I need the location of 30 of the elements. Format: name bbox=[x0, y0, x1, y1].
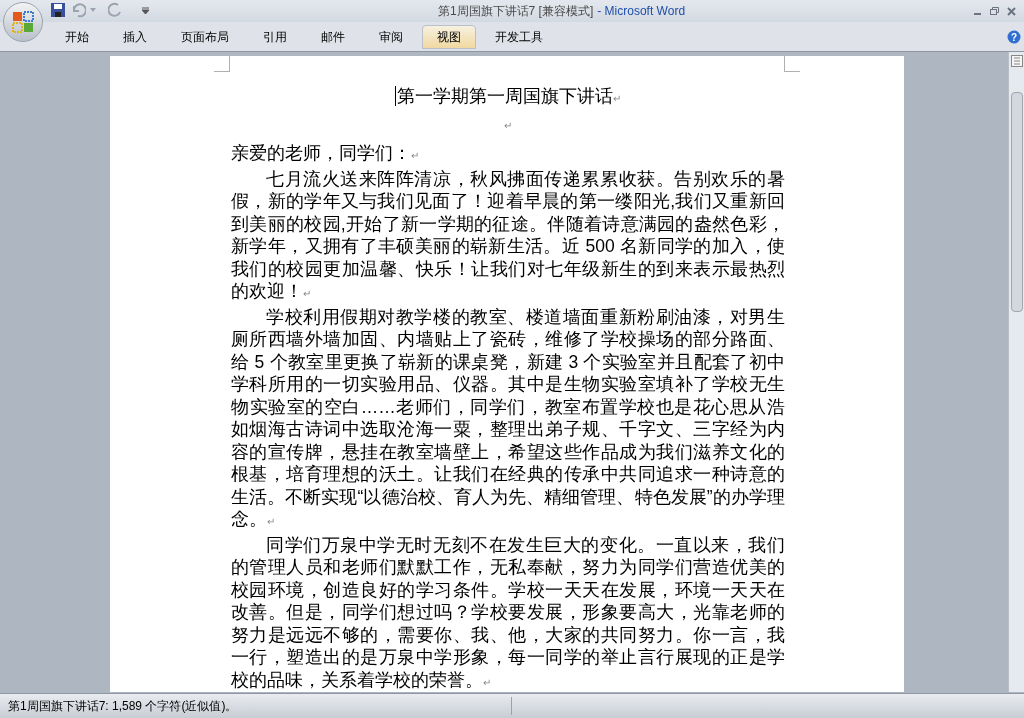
paragraph: 学校利用假期对教学楼的教室、楼道墙面重新粉刷油漆，对男生厕所西墙外墙加固、内墙贴上了瓷砖，维修了学校操场的部分路面、给 5 个教室里更换了崭新的课桌凳，新建 3 个实验室并且配套了初中学科所用的一切实验用品、仪器。其中是生物实验室填补了学校无生物实验室的空白……老师们，同学们，教室布置学校也是花心思从浩如烟海古诗词中选取沧海一粟，整理出弟子规、千字文、三字经为内容的宣传牌，悬挂在教室墙壁上，希望这些作品成为我们滋养文化的根基，培育理想的沃土。让我们在经典的传承中共同追求一种诗意的生活。不断实现“以德治校、育人为先、精细管理、特色发展”的办学理念。↵ bbox=[231, 305, 785, 531]
ribbon-tab[interactable]: 插入 bbox=[108, 24, 162, 49]
help-icon[interactable]: ? bbox=[1007, 30, 1021, 44]
dropdown-arrow-icon[interactable] bbox=[90, 8, 96, 12]
close-icon[interactable] bbox=[1007, 6, 1016, 16]
ruler-icon[interactable] bbox=[1011, 55, 1023, 67]
ribbon-tab[interactable]: 引用 bbox=[248, 24, 302, 49]
crop-mark bbox=[214, 56, 230, 72]
save-icon[interactable] bbox=[50, 2, 66, 18]
salutation: 亲爱的老师，同学们：↵ bbox=[231, 142, 420, 165]
scroll-thumb[interactable] bbox=[1011, 92, 1023, 312]
restore-icon[interactable] bbox=[990, 6, 999, 16]
paragraph: 七月流火送来阵阵清凉，秋风拂面传递累累收获。告别欢乐的暑假，新的学年又与我们见面了！迎着早晨的第一缕阳光,我们又重新回到美丽的校园,开始了新一学期的征途。伴随着诗意满园的盎然色彩，新学年，又拥有了丰硕美丽的崭新生活。近 500 名新同学的加入，使我们的校园更加温馨、快乐！让我们对七年级新生的到来表示最热烈的欢迎！↵ bbox=[231, 167, 785, 303]
window-title: 第1周国旗下讲话7 [兼容模式] bbox=[437, 3, 594, 20]
redo-icon[interactable] bbox=[108, 2, 122, 18]
crop-mark bbox=[784, 56, 800, 72]
ribbon-tab[interactable]: 页面布局 bbox=[166, 24, 244, 49]
paragraph: 同学们万泉中学无时无刻不在发生巨大的变化。一直以来，我们的管理人员和老师们默默工作，无私奉献，努力为同学们营造优美的校园环境，创造良好的学习条件。学校一天天在发展，环境一天天在改善。但是，同学们想过吗？学校要发展，形象要高大，光靠老师的努力是远远不够的，需要你、我、他，大家的共同努力。你一言，我一行，塑造出的是万泉中学形象，每一同学的举止言行展现的正是学校的品味，关系着学校的荣誉。↵ bbox=[231, 533, 785, 692]
customize-toolbar-icon[interactable] bbox=[142, 6, 149, 14]
status-text: 第1周国旗下讲话7: 1,589 个字符(近似值)。 bbox=[0, 697, 512, 715]
ribbon-tab[interactable]: 邮件 bbox=[306, 24, 360, 49]
ribbon-tab[interactable]: 开始 bbox=[50, 24, 104, 49]
ribbon-tab[interactable]: 视图 bbox=[422, 24, 476, 49]
ribbon-tab[interactable]: 开发工具 bbox=[480, 24, 558, 49]
vertical-scrollbar[interactable] bbox=[1008, 52, 1024, 692]
app-name: - Microsoft Word bbox=[597, 3, 686, 20]
office-logo-icon bbox=[12, 11, 34, 33]
document-title: 第一学期第一周国旗下讲话↵ bbox=[395, 86, 621, 106]
ribbon-tab[interactable]: 审阅 bbox=[364, 24, 418, 49]
paragraph-mark: ↵ bbox=[504, 120, 512, 131]
